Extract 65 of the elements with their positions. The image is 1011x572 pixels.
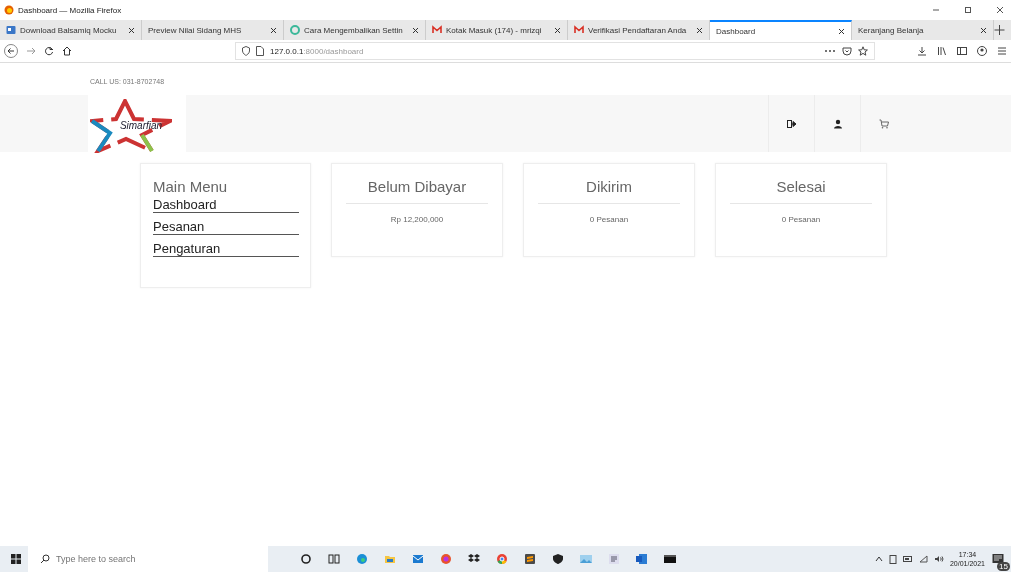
firefox-icon	[4, 5, 14, 15]
star-icon[interactable]	[858, 46, 868, 56]
windows-icon[interactable]	[11, 554, 21, 564]
card-title: Selesai	[730, 164, 872, 204]
reload-icon[interactable]	[44, 46, 54, 56]
page-icon	[256, 46, 264, 56]
library-icon[interactable]	[937, 46, 947, 56]
shield-icon[interactable]	[552, 553, 564, 565]
home-icon[interactable]	[62, 46, 72, 56]
phone-link-icon[interactable]	[888, 554, 897, 564]
mail-icon	[574, 25, 584, 35]
task-view-icon[interactable]	[328, 553, 340, 565]
account-icon[interactable]	[977, 46, 987, 56]
window-title: Dashboard — Mozilla Firefox	[18, 5, 122, 15]
terminal-icon[interactable]	[664, 553, 676, 565]
menu-link[interactable]: Dashboard	[153, 196, 299, 213]
close-icon	[980, 26, 987, 34]
close-icon	[270, 26, 277, 34]
site-logo[interactable]: Simarfian	[88, 95, 186, 152]
shield-icon	[242, 46, 250, 56]
pocket-icon[interactable]	[842, 46, 852, 56]
card-value: 0 Pesanan	[780, 214, 822, 224]
firefox-icon[interactable]	[440, 553, 452, 565]
mail-icon[interactable]	[412, 553, 424, 565]
address-bar[interactable]: 127.0.0.1:8000/dashboard	[235, 42, 875, 60]
notification-count: 15	[997, 562, 1010, 571]
dropbox-icon[interactable]	[468, 553, 480, 565]
search-field[interactable]: Type here to search	[28, 546, 268, 572]
word-icon[interactable]	[636, 553, 648, 565]
user-icon[interactable]	[832, 118, 843, 129]
url-text: 127.0.0.1:8000/dashboard	[270, 46, 365, 56]
close-icon	[412, 26, 419, 34]
battery-icon[interactable]	[902, 555, 913, 563]
logout-icon[interactable]	[786, 118, 797, 129]
menu-icon[interactable]	[997, 46, 1007, 56]
sidebar-icon[interactable]	[957, 46, 967, 56]
app-tile-icon	[6, 25, 16, 35]
card-title: Dikirim	[538, 164, 680, 204]
ring-icon	[290, 25, 300, 35]
forward-icon[interactable]	[26, 46, 36, 56]
browser-tab[interactable]: Dashboard	[710, 20, 852, 40]
menu-link[interactable]: Pengaturan	[153, 240, 299, 257]
close-icon	[696, 26, 703, 34]
folder-icon[interactable]	[384, 553, 396, 565]
close-icon	[554, 26, 561, 34]
sublime-icon[interactable]	[524, 553, 536, 565]
close-icon[interactable]	[995, 5, 1005, 15]
chevron-up-icon[interactable]	[874, 555, 883, 563]
download-icon[interactable]	[917, 46, 927, 56]
back-icon[interactable]	[4, 44, 18, 58]
edge-icon[interactable]	[356, 553, 368, 565]
cart-icon[interactable]	[878, 118, 889, 129]
card-value: Rp 12,200,000	[389, 214, 445, 224]
menu-link[interactable]: Pesanan	[153, 218, 299, 235]
speaker-icon[interactable]	[933, 555, 944, 563]
maximize-icon[interactable]	[963, 5, 973, 15]
chrome-icon[interactable]	[496, 553, 508, 565]
menu-title: Main Menu	[153, 178, 229, 195]
card-value: 0 Pesanan	[588, 214, 630, 224]
close-icon	[128, 26, 135, 34]
notification-icon[interactable]	[992, 553, 1004, 565]
close-icon	[838, 27, 845, 35]
mail-icon	[432, 25, 442, 35]
card-title: Belum Dibayar	[346, 164, 488, 204]
cortana-icon[interactable]	[300, 553, 312, 565]
